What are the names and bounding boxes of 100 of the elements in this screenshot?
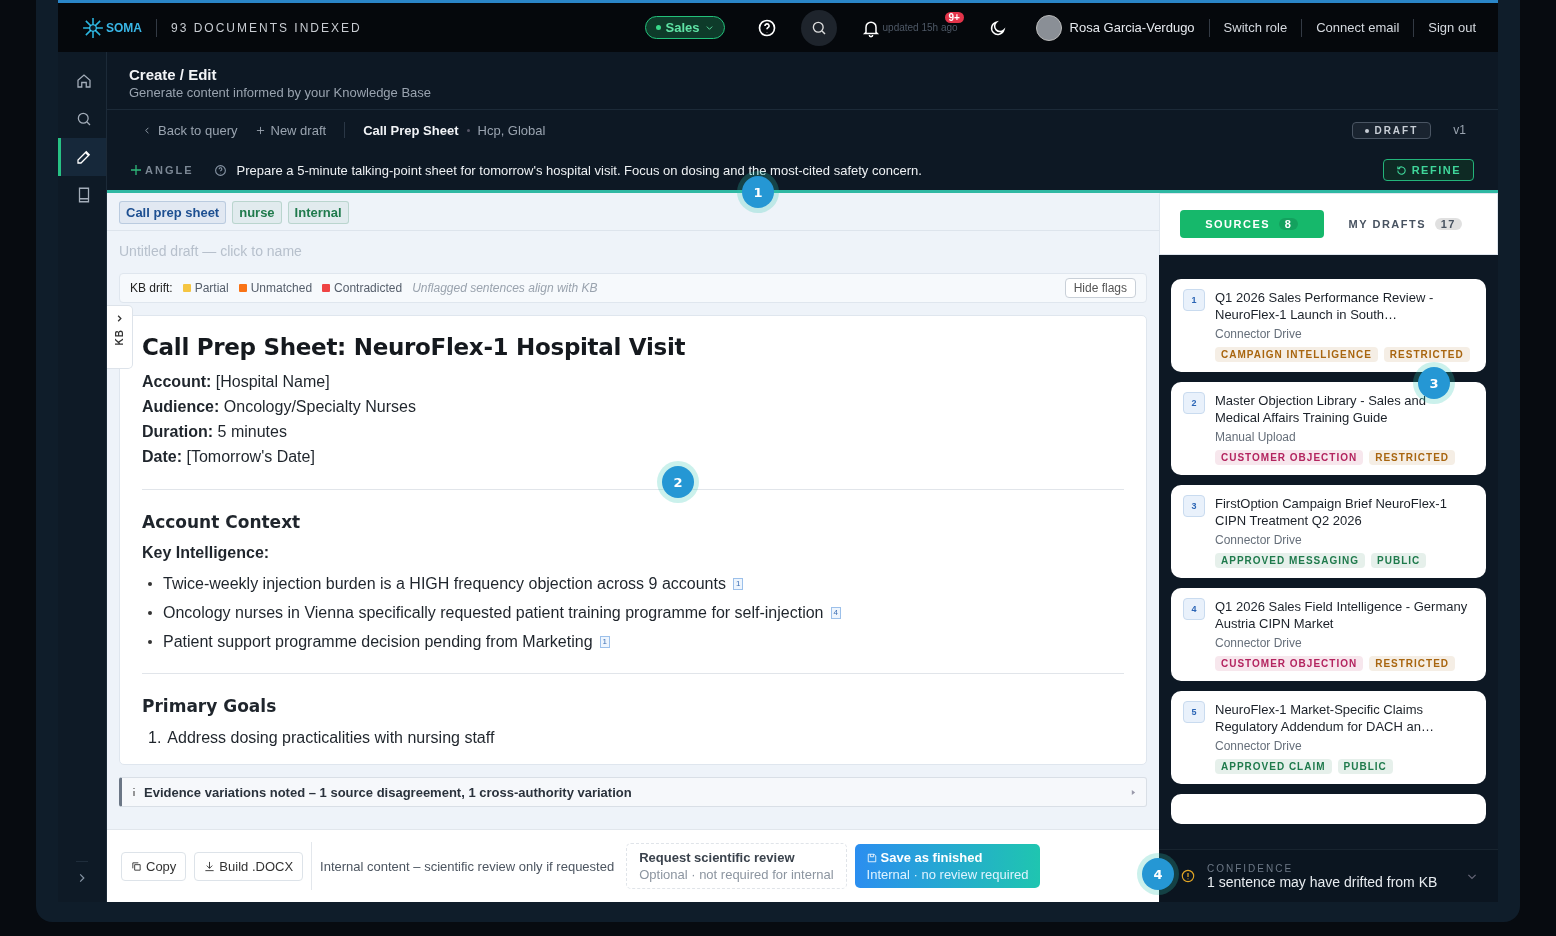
document-field: Account: [Hospital Name] — [142, 372, 1124, 392]
header-link[interactable]: Connect email — [1316, 20, 1400, 35]
source-card[interactable]: 5 NeuroFlex-1 Market-Specific Claims Regulatory Addendum for DACH an… Connector Drive APPROVED CLAIM PUBLIC — [1171, 691, 1486, 784]
user-name: Rosa Garcia-Verdugo — [1069, 20, 1195, 35]
pencil-icon — [74, 148, 93, 166]
document-field: Duration: 5 minutes — [142, 422, 1124, 442]
angle-prompt: Prepare a 5-minute talking-point sheet for tomorrow's hospital visit. Focus on dosing and the most-cited safety concern. — [236, 162, 922, 178]
source-tag: RESTRICTED — [1369, 450, 1456, 465]
help-icon[interactable] — [756, 17, 777, 38]
page-subtitle: Generate content informed by your Knowledge Base — [129, 85, 433, 100]
source-title: Q1 2026 Sales Field Intelligence - Germany Austria CIPN Market — [1215, 598, 1469, 632]
legend-label: Unmatched — [250, 281, 313, 295]
document-field: Date: [Tomorrow's Date] — [142, 447, 1124, 467]
source-number: 3 — [1183, 495, 1205, 517]
info-icon — [132, 787, 136, 797]
document-field: Audience: Oncology/Specialty Nurses — [142, 397, 1124, 417]
confidence-message: 1 sentence may have drifted from KB — [1207, 873, 1438, 890]
legend-label: Partial — [194, 281, 229, 295]
source-origin: Manual Upload — [1215, 430, 1297, 444]
citation-marker[interactable]: 4 — [830, 606, 841, 619]
hide-flags-button[interactable]: Hide flags — [1064, 278, 1136, 298]
source-card[interactable]: 3 FirstOption Campaign Brief NeuroFlex-1 CIPN Treatment Q2 2026 Connector Drive APPROVED MESSAGING PUBLIC — [1171, 485, 1486, 578]
back-link[interactable]: Back to query — [143, 122, 238, 138]
evidence-text: Evidence variations noted – 1 source disagreement, 1 cross-authority variation — [144, 784, 632, 800]
section-heading: Account Context — [142, 512, 302, 532]
expand-icon — [1131, 788, 1136, 796]
source-tag: PUBLIC — [1337, 759, 1393, 774]
header-link[interactable]: Sign out — [1428, 20, 1476, 35]
separator-dot — [466, 128, 470, 132]
header-link[interactable]: Switch role — [1223, 20, 1288, 35]
subheading: Key Intelligence: — [142, 544, 271, 562]
bullet-text: Oncology nurses in Vienna specifically requested patient training programme for self-injection — [163, 603, 824, 622]
source-origin: Connector Drive — [1215, 636, 1303, 650]
legend-label: Contradicted — [334, 281, 403, 295]
build-docx-button[interactable]: Build .DOCX — [194, 851, 304, 881]
chevron-right-icon — [115, 314, 124, 323]
document-tag[interactable]: Internal — [287, 201, 349, 224]
bullet-text: Twice-weekly injection burden is a HIGH frequency objection across 9 accounts — [163, 574, 726, 593]
confidence-label: CONFIDENCE — [1207, 862, 1295, 874]
list-number: 1. — [148, 728, 162, 747]
source-card[interactable]: 1 Q1 2026 Sales Performance Review - NeuroFlex-1 Launch in South… Connector Drive CAMPAIGN INTELLIGENCE RESTRICTED — [1171, 279, 1486, 372]
notification-badge: 9+ — [944, 11, 964, 23]
copy-button[interactable]: Copy — [121, 851, 187, 881]
document-tag[interactable]: nurse — [232, 201, 282, 224]
citation-marker[interactable]: 1 — [599, 635, 610, 648]
request-review-button[interactable]: Request scientific review Optional · not required for internal — [626, 843, 847, 889]
caret-icon — [704, 23, 714, 32]
starburst-icon — [82, 16, 104, 39]
panel-tab[interactable]: MY DRAFTS 17 — [1333, 210, 1477, 238]
nav-item[interactable] — [58, 138, 106, 176]
document-type: Call Prep Sheet — [363, 122, 459, 138]
document-title: Call Prep Sheet: NeuroFlex-1 Hospital Visit — [142, 334, 687, 360]
source-origin: Connector Drive — [1215, 327, 1303, 341]
source-number: 5 — [1183, 701, 1205, 723]
source-tag: APPROVED CLAIM — [1215, 759, 1332, 774]
source-title: NeuroFlex-1 Market-Specific Claims Regulatory Addendum for DACH an… — [1215, 701, 1435, 735]
audience-label: Hcp, Global — [477, 122, 546, 138]
logo[interactable]: SOMA — [82, 16, 142, 39]
copy-icon — [131, 860, 142, 872]
section-heading: Primary Goals — [142, 696, 278, 716]
download-icon — [204, 860, 216, 872]
refresh-icon — [1395, 164, 1407, 176]
home-icon — [74, 72, 93, 90]
kb-side-tab[interactable]: KB — [107, 305, 133, 369]
document-tag[interactable]: Call prep sheet — [119, 201, 227, 224]
source-number: 2 — [1183, 392, 1205, 414]
warning-icon — [1181, 869, 1195, 883]
source-tag: CUSTOMER OBJECTION — [1215, 656, 1364, 671]
notification-time: updated 15h ago — [882, 22, 958, 33]
logo-text: SOMA — [106, 20, 142, 35]
refine-button[interactable]: REFINE — [1382, 159, 1474, 181]
source-number: 1 — [1183, 289, 1205, 311]
source-tag: CUSTOMER OBJECTION — [1215, 450, 1364, 465]
source-title: FirstOption Campaign Brief NeuroFlex-1 CIPN Treatment Q2 2026 — [1215, 495, 1448, 529]
page-title: Create / Edit — [129, 66, 218, 83]
chevron-left-icon — [143, 125, 152, 135]
status-badge: DRAFT — [1352, 121, 1432, 139]
source-tag: RESTRICTED — [1369, 656, 1456, 671]
angle-label: ANGLE — [145, 164, 194, 176]
kb-drift-label: KB drift: — [130, 281, 173, 295]
expand-chevron-icon[interactable] — [76, 861, 88, 884]
source-tag: APPROVED MESSAGING — [1215, 553, 1366, 568]
source-tag: CAMPAIGN INTELLIGENCE — [1215, 347, 1378, 362]
source-number: 4 — [1183, 598, 1205, 620]
source-title: Q1 2026 Sales Performance Review - NeuroFlex-1 Launch in South… — [1215, 289, 1435, 323]
bullet-text: Patient support programme decision pending from Marketing — [163, 632, 593, 651]
role-selector[interactable]: Sales — [644, 16, 725, 39]
source-tag: RESTRICTED — [1383, 347, 1470, 362]
drift-note: Unflagged sentences align with KB — [412, 281, 598, 295]
review-note: Internal content – scientific review only if requested — [320, 858, 615, 874]
source-tag: PUBLIC — [1371, 553, 1427, 568]
plus-icon — [255, 125, 265, 135]
citation-marker[interactable]: 1 — [732, 577, 744, 590]
source-origin: Connector Drive — [1215, 533, 1303, 547]
save-icon — [866, 852, 877, 863]
evidence-banner[interactable]: Evidence variations noted – 1 source disagreement, 1 cross-authority variation — [119, 777, 1147, 807]
avatar[interactable] — [1035, 14, 1062, 41]
search-button[interactable] — [800, 9, 837, 46]
new-draft-link[interactable]: New draft — [255, 122, 327, 138]
source-card[interactable]: 4 Q1 2026 Sales Field Intelligence - Germany Austria CIPN Market Connector Drive CUSTOMER OBJECTION RESTRICTED — [1171, 588, 1486, 681]
